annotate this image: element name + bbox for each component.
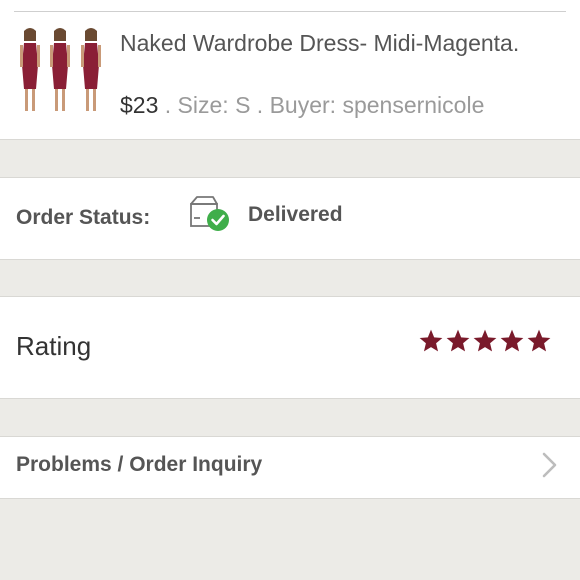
star-icon <box>446 329 470 352</box>
product-thumbnail[interactable] <box>14 25 108 117</box>
divider <box>14 11 566 12</box>
chevron-right-icon[interactable] <box>540 451 560 479</box>
star-icon <box>500 329 524 352</box>
rating-label: Rating <box>16 331 92 361</box>
product-meta: $23 . Size: S . Buyer: spensernicole <box>120 92 484 119</box>
star-icon <box>473 329 497 352</box>
product-details: . Size: S . Buyer: spensernicole <box>158 92 485 118</box>
rating-stars <box>418 328 553 354</box>
package-delivered-icon <box>190 196 229 231</box>
star-icon <box>419 329 443 352</box>
star-icon <box>527 329 551 352</box>
product-price: $23 <box>120 92 159 118</box>
order-status-label: Order Status: <box>16 206 151 229</box>
product-title[interactable]: Naked Wardrobe Dress- Midi-Magenta. <box>120 28 540 59</box>
order-inquiry-label[interactable]: Problems / Order Inquiry <box>16 453 262 477</box>
order-status-value: Delivered <box>248 203 343 226</box>
product-card[interactable]: Naked Wardrobe Dress- Midi-Magenta. $23 … <box>0 0 580 140</box>
